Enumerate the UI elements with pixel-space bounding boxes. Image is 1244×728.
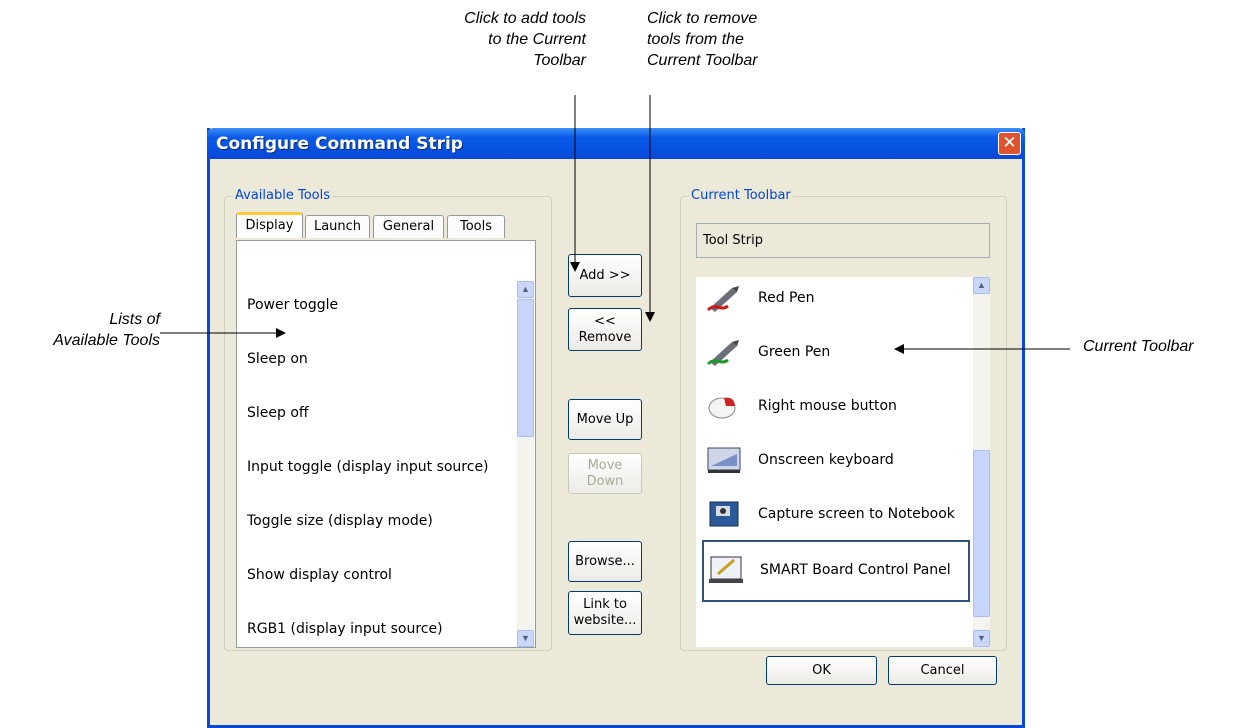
tab-display[interactable]: Display	[236, 212, 303, 238]
tab-label: Display	[245, 218, 294, 233]
callout-arrows	[160, 95, 1070, 354]
